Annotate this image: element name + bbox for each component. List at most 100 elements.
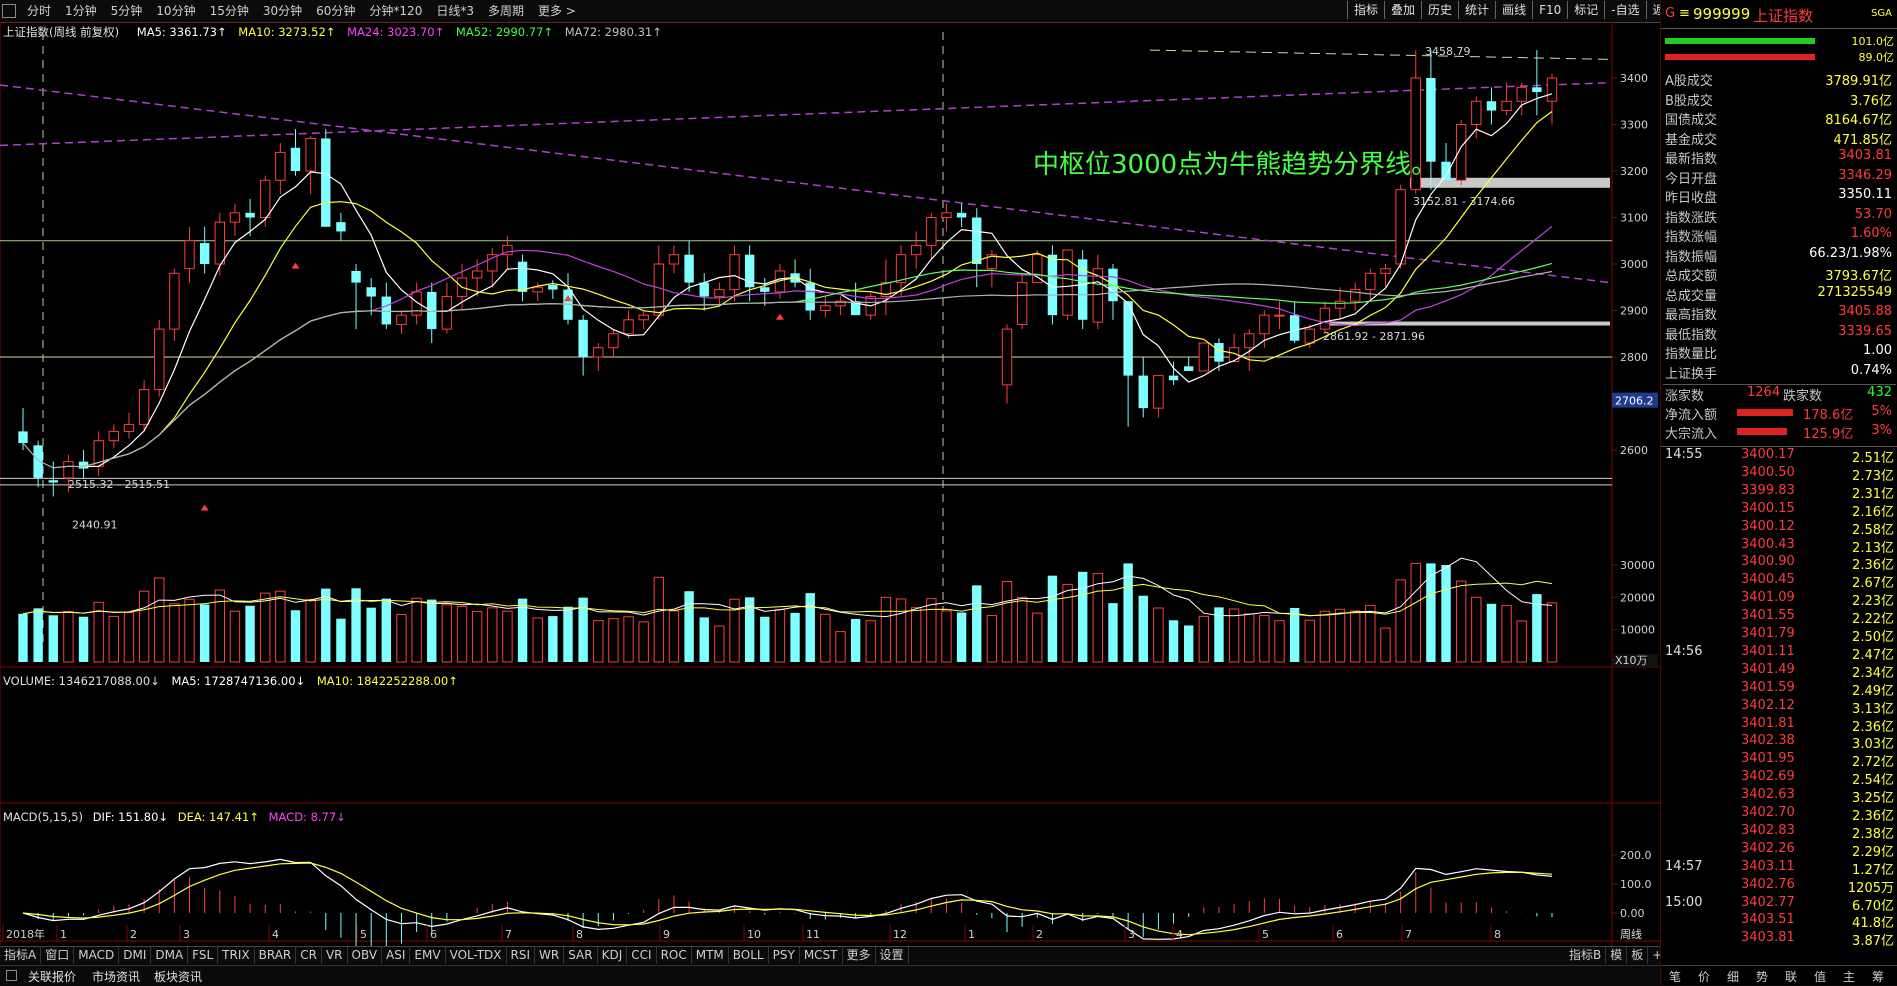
period-tab-5[interactable]: 30分钟 <box>256 3 309 19</box>
period-tab-2[interactable]: 5分钟 <box>104 3 150 19</box>
stat-row: 最高指数 3405.88 <box>1663 304 1896 323</box>
panel-tab-2[interactable]: 细 <box>1727 968 1739 985</box>
status-sector-news[interactable]: 板块资讯 <box>154 968 202 985</box>
tool-tab-4[interactable]: 画线 <box>1495 1 1532 19</box>
indicator-tab-17[interactable]: KDJ <box>598 947 628 964</box>
indicator-tab-24[interactable]: 更多 <box>843 947 876 964</box>
volume-bar-up <box>487 607 498 663</box>
indicator-tab-8[interactable]: CR <box>296 947 322 964</box>
period-tab-4[interactable]: 15分钟 <box>203 3 256 19</box>
candle-up <box>714 289 725 298</box>
indicator-tab-1[interactable]: 窗口 <box>41 947 75 964</box>
indicator-tab-3[interactable]: DMI <box>119 947 152 964</box>
panel-tab-1[interactable]: 价 <box>1698 968 1710 985</box>
tool-tab-6[interactable]: 标记 <box>1567 1 1604 19</box>
tick-list[interactable]: 14:55 3400.17 2.51亿 3400.50 2.73亿 3399.83 2.31… <box>1661 446 1897 949</box>
status-market-news[interactable]: 市场资讯 <box>92 968 140 985</box>
period-tab-0[interactable]: 分时 <box>20 3 58 19</box>
stat-row: 昨日收盘 3350.11 <box>1663 187 1896 206</box>
indicator-tab-22[interactable]: PSY <box>769 947 800 964</box>
stat-row: 指数涨幅 1.60% <box>1663 226 1896 245</box>
tick-row: 3402.83 2.38亿 <box>1661 823 1897 842</box>
candle-up <box>1001 328 1013 386</box>
volume-bar-up <box>638 621 649 663</box>
indicator-tab-2[interactable]: MACD <box>74 947 120 964</box>
period-tab-7[interactable]: 分钟*120 <box>362 3 429 19</box>
tool-tab-7[interactable]: -自选 <box>1604 1 1645 19</box>
tool-tabs: 指标叠加历史统计画线F10标记-自选返回 <box>1347 1 1683 19</box>
panel-tab-6[interactable]: 主 <box>1843 968 1855 985</box>
volume-bar-up <box>941 610 952 663</box>
indicator-tab-12[interactable]: EMV <box>410 947 446 964</box>
tool-tab-0[interactable]: 指标 <box>1347 1 1384 19</box>
down-trendline <box>0 84 1611 284</box>
candle-up <box>305 137 316 172</box>
volume-bar-down <box>1047 575 1058 662</box>
panel-tab-4[interactable]: 联 <box>1785 968 1797 985</box>
stat-value: 8164.67亿 <box>1825 113 1892 128</box>
candle-up <box>1471 100 1482 125</box>
volume-bar-up <box>1471 596 1482 663</box>
tool-tab-2[interactable]: 历史 <box>1421 1 1458 19</box>
volume-bar-up <box>714 625 725 663</box>
stat-value: 1.60% <box>1850 226 1892 241</box>
indicator-tab-20[interactable]: MTM <box>692 947 729 964</box>
tick-price: 3401.59 <box>1741 679 1795 695</box>
period-tab-9[interactable]: 多周期 <box>481 3 531 19</box>
indicator-tab-16[interactable]: SAR <box>564 947 598 964</box>
volume-bar-up <box>1304 619 1315 663</box>
tick-volume: 3.87亿 <box>1852 934 1894 950</box>
period-tab-6[interactable]: 60分钟 <box>309 3 362 19</box>
menu-icon[interactable]: ≡ <box>1679 6 1690 21</box>
indicator-tab-4[interactable]: DMA <box>151 947 189 964</box>
tick-volume: 2.23亿 <box>1852 594 1894 610</box>
volume-bar-up <box>184 598 195 663</box>
volume-bar-up <box>1516 620 1527 663</box>
indicator-tab-10[interactable]: OBV <box>348 947 383 964</box>
window-menu-icon[interactable] <box>2 4 16 18</box>
tool-tab-5[interactable]: F10 <box>1532 1 1567 19</box>
indicator-tab-19[interactable]: ROC <box>657 947 692 964</box>
indicator-tab-13[interactable]: VOL-TDX <box>446 947 507 964</box>
tick-volume: 2.72亿 <box>1852 755 1894 771</box>
indicator-right-tab-2[interactable]: 板 <box>1627 947 1649 964</box>
indicator-tab-15[interactable]: WR <box>535 947 565 964</box>
volume-bar-up <box>123 612 135 663</box>
indicator-tab-18[interactable]: CCI <box>627 947 657 964</box>
indicator-tab-14[interactable]: RSI <box>507 947 536 964</box>
indicator-tab-6[interactable]: TRIX <box>218 947 255 964</box>
indicator-right-tab-1[interactable]: 模 <box>1606 947 1628 964</box>
candle-up <box>1546 77 1558 102</box>
indicator-tab-7[interactable]: BRAR <box>255 947 297 964</box>
tool-tab-3[interactable]: 统计 <box>1458 1 1495 19</box>
indicator-tab-9[interactable]: VR <box>322 947 348 964</box>
panel-tab-3[interactable]: 势 <box>1756 968 1768 985</box>
tick-price: 3402.76 <box>1741 876 1795 892</box>
indicator-tab-5[interactable]: FSL <box>188 947 219 964</box>
indicator-right-tab-0[interactable]: 指标B <box>1565 947 1607 964</box>
indicator-tab-25[interactable]: 设置 <box>876 947 909 964</box>
period-tab-1[interactable]: 1分钟 <box>58 3 104 19</box>
tick-volume: 2.51亿 <box>1852 451 1894 466</box>
status-toggle-icon[interactable] <box>6 970 17 981</box>
period-tab-8[interactable]: 日线*3 <box>429 3 481 19</box>
tick-row: 3402.26 2.29亿 <box>1661 841 1897 860</box>
kline-chart-area[interactable]: 3400330032003100300029002800270026002706… <box>0 22 1660 982</box>
status-related-quotes[interactable]: 关联报价 <box>28 968 76 985</box>
stat-row: 最低指数 3339.65 <box>1663 324 1896 343</box>
panel-tab-0[interactable]: 笔 <box>1669 968 1681 985</box>
period-tab-3[interactable]: 10分钟 <box>149 3 202 19</box>
panel-tab-5[interactable]: 值 <box>1814 968 1826 985</box>
indicator-tab-11[interactable]: ASI <box>382 947 411 964</box>
panel-tab-7[interactable]: 筹 <box>1872 968 1884 985</box>
indicator-tab-23[interactable]: MCST <box>800 947 843 964</box>
indicator-tab-0[interactable]: 指标A <box>0 947 42 964</box>
tool-tab-1[interactable]: 叠加 <box>1384 1 1421 19</box>
stat-row: 指数振幅 66.23/1.98% <box>1663 246 1896 265</box>
period-tab-10[interactable]: 更多 > <box>531 3 583 19</box>
indicator-tab-21[interactable]: BOLL <box>729 947 769 964</box>
candle-down <box>1168 375 1179 381</box>
candle-up <box>184 240 195 270</box>
volume-bar-down <box>699 617 709 662</box>
candle-down <box>1214 343 1224 362</box>
